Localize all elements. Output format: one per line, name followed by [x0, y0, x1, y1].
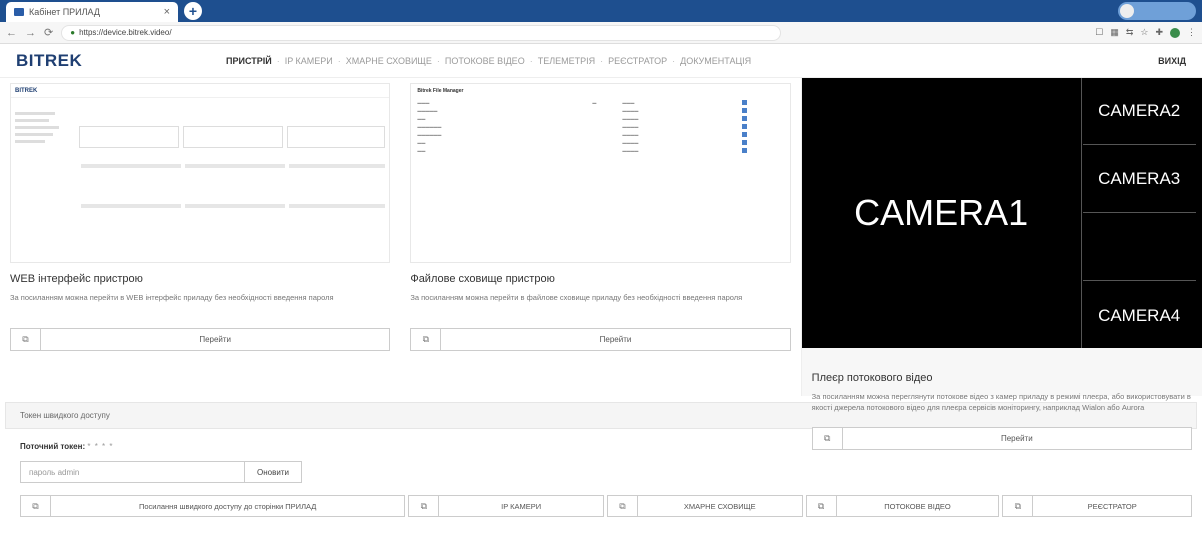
nav-recorder[interactable]: РЕЄСТРАТОР	[608, 56, 667, 66]
account-icon[interactable]	[1170, 27, 1180, 38]
tab-title: Кабінет ПРИЛАД	[29, 7, 100, 17]
nav-separator: ·	[337, 55, 341, 66]
quick-link-label[interactable]: Посилання швидкого доступу до сторінки П…	[51, 496, 404, 516]
quick-link-cloud-storage[interactable]: ⧉ ХМАРНЕ СХОВИЩЕ	[606, 495, 803, 517]
quick-link-label[interactable]: ПОТОКОВЕ ВІДЕО	[837, 496, 999, 516]
panel-description: За посиланням можна перейти в WEB інтерф…	[10, 293, 334, 302]
favicon-icon	[14, 8, 24, 16]
new-tab-button[interactable]: +	[184, 2, 202, 20]
camera-4[interactable]: CAMERA4	[1083, 282, 1196, 349]
copy-icon[interactable]: ⧉	[21, 496, 51, 516]
quick-link-recorder[interactable]: ⧉ РЕЄСТРАТОР	[1002, 495, 1192, 517]
lock-icon: ●	[70, 28, 76, 37]
camera-grid: CAMERA1 CAMERA2 CAMERA3 CAMERA4	[801, 78, 1202, 349]
back-icon[interactable]: ←	[6, 27, 17, 39]
quick-link-label[interactable]: IP КАМЕРИ	[439, 496, 603, 516]
nav-telemetry[interactable]: ТЕЛЕМЕТРІЯ	[538, 56, 595, 66]
menu-icon[interactable]: ⋮	[1187, 27, 1196, 38]
panel-stream-player: CAMERA1 CAMERA2 CAMERA3 CAMERA4 Плеєр по…	[800, 78, 1202, 450]
url-text: https://device.bitrek.video/	[79, 28, 172, 37]
file-storage-thumbnail: Bitrek File Manager ▬▬▬ ▬ ▬▬▬ ▬▬▬▬▬ ▬▬▬▬ ▬▬…	[410, 83, 791, 263]
camera-2[interactable]: CAMERA2	[1082, 78, 1196, 145]
quick-link-label[interactable]: ХМАРНЕ СХОВИЩЕ	[638, 496, 802, 516]
nav-ip-cameras[interactable]: IP КАМЕРИ	[285, 56, 333, 66]
nav-documentation[interactable]: ДОКУМЕНТАЦІЯ	[680, 56, 751, 66]
quick-link-streaming-video[interactable]: ⧉ ПОТОКОВЕ ВІДЕО	[805, 495, 1000, 517]
main-nav: ПРИСТРІЙ · IP КАМЕРИ · ХМАРНЕ СХОВИЩЕ · …	[226, 56, 1158, 66]
go-label[interactable]: Перейти	[441, 329, 789, 350]
panel-description: За посиланням можна переглянути потокове…	[811, 392, 1191, 412]
panel-title: WEB інтерфейс пристрою	[10, 273, 143, 285]
logo[interactable]: BITREK	[16, 51, 226, 71]
nav-device[interactable]: ПРИСТРІЙ	[226, 56, 272, 66]
puzzle-icon[interactable]: ✚	[1155, 27, 1163, 38]
copy-icon[interactable]: ⧉	[411, 329, 442, 350]
tab-close-icon[interactable]: ×	[164, 6, 170, 18]
current-token-value: * * * *	[87, 442, 114, 451]
nav-separator: ·	[276, 55, 280, 66]
copy-icon[interactable]: ⧉	[409, 496, 440, 516]
current-token-label: Поточний токен:	[20, 442, 86, 451]
copy-icon[interactable]: ⧉	[813, 428, 843, 449]
refresh-button[interactable]: Оновити	[245, 461, 302, 483]
copy-icon[interactable]: ⧉	[807, 496, 837, 516]
app-header: BITREK ПРИСТРІЙ · IP КАМЕРИ · ХМАРНЕ СХО…	[0, 44, 1202, 78]
thumb-header: BITREK	[11, 84, 390, 98]
nav-separator: ·	[672, 55, 676, 66]
copy-icon[interactable]: ⧉	[608, 496, 638, 516]
camera-extra[interactable]	[1082, 214, 1196, 281]
url-input[interactable]: ● https://device.bitrek.video/	[61, 24, 782, 41]
quick-link-ip-cameras[interactable]: ⧉ IP КАМЕРИ	[408, 495, 604, 517]
thumb-sidebar	[15, 108, 70, 147]
profile-button[interactable]	[1118, 2, 1196, 20]
web-interface-go-button[interactable]: ⧉ Перейти	[10, 328, 391, 351]
file-manager-title: Bitrek File Manager	[417, 88, 464, 94]
panel-title: Плеєр потокового відео	[811, 372, 933, 384]
quick-access-links: ⧉ Посилання швидкого доступу до сторінки…	[20, 495, 1192, 517]
web-interface-thumbnail: BITREK	[10, 83, 391, 263]
extensions: ☐ ▦ ⇆ ☆ ✚ ⋮	[1095, 27, 1196, 38]
panel-file-storage: Bitrek File Manager ▬▬▬ ▬ ▬▬▬ ▬▬▬▬▬ ▬▬▬▬ ▬▬…	[400, 78, 800, 396]
exit-link[interactable]: ВИХІД	[1158, 56, 1186, 66]
camera-3[interactable]: CAMERA3	[1082, 146, 1196, 213]
nav-cloud-storage[interactable]: ХМАРНЕ СХОВИЩЕ	[346, 56, 432, 66]
token-input-row: пароль admin Оновити	[20, 461, 1202, 483]
address-bar: ← → ⟳ ● https://device.bitrek.video/ ☐ ▦…	[0, 22, 1202, 44]
browser-tabbar: Кабінет ПРИЛАД × +	[0, 0, 1202, 22]
go-label[interactable]: Перейти	[843, 428, 1191, 449]
panel-title: Файлове сховище пристрою	[410, 273, 555, 285]
nav-streaming-video[interactable]: ПОТОКОВЕ ВІДЕО	[445, 56, 525, 66]
stream-player-go-button[interactable]: ⧉ Перейти	[811, 427, 1192, 450]
nav-separator: ·	[600, 55, 604, 66]
nav-separator: ·	[529, 55, 533, 66]
tab-search-icon[interactable]: ☐	[1095, 27, 1103, 38]
nav-separator: ·	[436, 55, 440, 66]
panel-web-interface: BITREK WEB інтерфейс пристрою За посилан…	[0, 78, 400, 396]
password-input[interactable]: пароль admin	[20, 461, 245, 483]
browser-tab[interactable]: Кабінет ПРИЛАД ×	[6, 2, 178, 22]
copy-icon[interactable]: ⧉	[11, 329, 41, 350]
share-icon[interactable]: ⇆	[1126, 27, 1134, 38]
grid-icon[interactable]: ▦	[1110, 27, 1119, 38]
copy-icon[interactable]: ⧉	[1003, 496, 1034, 516]
panel-description: За посиланням можна перейти в файлове сх…	[410, 293, 743, 302]
forward-icon[interactable]: →	[25, 27, 36, 39]
file-storage-go-button[interactable]: ⧉ Перейти	[410, 328, 791, 351]
quick-link-label[interactable]: РЕЄСТРАТОР	[1033, 496, 1191, 516]
reload-icon[interactable]: ⟳	[44, 26, 53, 39]
quick-link-device[interactable]: ⧉ Посилання швидкого доступу до сторінки…	[20, 495, 406, 517]
thumb-logo: BITREK	[15, 87, 38, 94]
go-label[interactable]: Перейти	[41, 329, 389, 350]
camera-main[interactable]: CAMERA1	[802, 78, 1082, 348]
service-panels: BITREK WEB інтерфейс пристрою За посилан…	[0, 78, 1202, 450]
star-icon[interactable]: ☆	[1140, 27, 1148, 38]
